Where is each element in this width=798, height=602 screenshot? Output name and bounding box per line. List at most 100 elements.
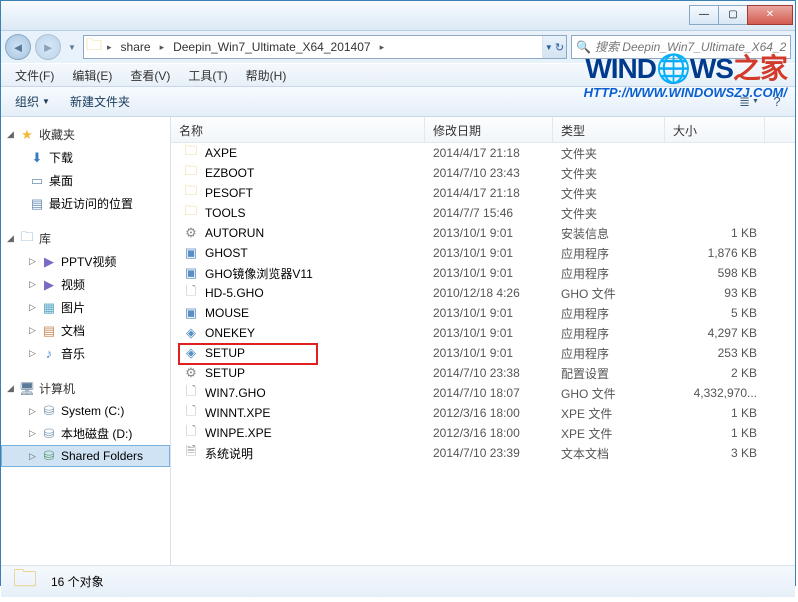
column-name[interactable]: 名称 (171, 117, 425, 142)
expand-icon[interactable]: ▷ (29, 348, 41, 359)
file-row[interactable]: 🗀EZBOOT2014/7/10 23:43文件夹 (171, 163, 795, 183)
file-icon: 🗀 (183, 145, 199, 161)
file-row[interactable]: ▣GHOST2013/10/1 9:01应用程序1,876 KB (171, 243, 795, 263)
breadcrumb-share[interactable]: share (115, 40, 157, 54)
file-date: 2013/10/1 9:01 (425, 246, 553, 260)
file-date: 2014/7/10 18:07 (425, 386, 553, 400)
file-type: 文件夹 (553, 165, 665, 182)
file-size: 3 KB (665, 446, 765, 460)
navigation-pane[interactable]: ◢ ★ 收藏夹 ⬇下载 ▭桌面 ▤最近访问的位置 ◢ 🗀 库 ▷▶PPTV视频 … (1, 117, 171, 565)
expand-icon[interactable]: ▷ (29, 325, 41, 336)
file-row[interactable]: 🗋WIN7.GHO2014/7/10 18:07GHO 文件4,332,970.… (171, 383, 795, 403)
file-row[interactable]: 🗀TOOLS2014/7/7 15:46文件夹 (171, 203, 795, 223)
file-type: 应用程序 (553, 245, 665, 262)
file-icon: ▣ (183, 265, 199, 281)
favorites-header[interactable]: ◢ ★ 收藏夹 (1, 123, 170, 146)
menu-help[interactable]: 帮助(H) (238, 65, 295, 86)
tree-libraries: ◢ 🗀 库 ▷▶PPTV视频 ▷▶视频 ▷▦图片 ▷▤文档 ▷♪音乐 (1, 227, 170, 365)
file-type: 文件夹 (553, 185, 665, 202)
tree-favorites: ◢ ★ 收藏夹 ⬇下载 ▭桌面 ▤最近访问的位置 (1, 123, 170, 215)
breadcrumb-arrow[interactable]: ▸ (157, 42, 168, 53)
file-row[interactable]: ◈SETUP2013/10/1 9:01应用程序253 KB (171, 343, 795, 363)
file-date: 2013/10/1 9:01 (425, 306, 553, 320)
sidebar-item-documents[interactable]: ▷▤文档 (1, 319, 170, 342)
file-date: 2014/7/10 23:43 (425, 166, 553, 180)
file-name: SETUP (205, 366, 245, 380)
file-list[interactable]: 🗀AXPE2014/4/17 21:18文件夹🗀EZBOOT2014/7/10 … (171, 143, 795, 565)
expand-icon[interactable]: ▷ (29, 302, 41, 313)
expand-icon[interactable]: ◢ (7, 233, 19, 244)
menu-file[interactable]: 文件(F) (7, 65, 62, 86)
expand-icon[interactable]: ▷ (29, 451, 41, 462)
toolbar: 组织▼ 新建文件夹 ≣▼ ? (1, 87, 795, 117)
file-size: 1 KB (665, 426, 765, 440)
file-row[interactable]: 🗋WINPE.XPE2012/3/16 18:00XPE 文件1 KB (171, 423, 795, 443)
expand-icon[interactable]: ▷ (29, 256, 41, 267)
breadcrumb-arrow[interactable]: ▸ (104, 42, 115, 53)
file-row[interactable]: ▣GHO镜像浏览器V112013/10/1 9:01应用程序598 KB (171, 263, 795, 283)
libraries-header[interactable]: ◢ 🗀 库 (1, 227, 170, 250)
sidebar-item-videos[interactable]: ▷▶视频 (1, 273, 170, 296)
file-icon: 🗋 (183, 285, 199, 301)
sidebar-item-desktop[interactable]: ▭桌面 (1, 169, 170, 192)
menu-tools[interactable]: 工具(T) (180, 65, 235, 86)
chevron-down-icon: ▼ (752, 98, 759, 105)
column-type[interactable]: 类型 (553, 117, 665, 142)
file-row[interactable]: 🗀PESOFT2014/4/17 21:18文件夹 (171, 183, 795, 203)
menu-edit[interactable]: 编辑(E) (64, 65, 120, 86)
sidebar-item-cdrive[interactable]: ▷⛁System (C:) (1, 400, 170, 422)
address-bar[interactable]: 🗀 ▸ share ▸ Deepin_Win7_Ultimate_X64_201… (83, 35, 567, 59)
search-box[interactable]: 🔍 (571, 35, 791, 59)
file-row[interactable]: 🗋HD-5.GHO2010/12/18 4:26GHO 文件93 KB (171, 283, 795, 303)
expand-icon[interactable]: ◢ (7, 129, 19, 140)
sidebar-item-shared-folders[interactable]: ▷⛁Shared Folders (1, 445, 170, 467)
expand-icon[interactable]: ▷ (29, 428, 41, 439)
sidebar-item-recent[interactable]: ▤最近访问的位置 (1, 192, 170, 215)
file-icon: 🗋 (183, 425, 199, 441)
close-button[interactable]: ✕ (747, 5, 793, 25)
view-options-button[interactable]: ≣▼ (737, 91, 761, 113)
file-row[interactable]: ⚙SETUP2014/7/10 23:38配置设置2 KB (171, 363, 795, 383)
file-size: 253 KB (665, 346, 765, 360)
breadcrumb-arrow[interactable]: ▸ (377, 42, 388, 53)
file-row[interactable]: ◈ONEKEY2013/10/1 9:01应用程序4,297 KB (171, 323, 795, 343)
help-button[interactable]: ? (765, 91, 789, 113)
menu-view[interactable]: 查看(V) (122, 65, 178, 86)
file-row[interactable]: ⚙AUTORUN2013/10/1 9:01安装信息1 KB (171, 223, 795, 243)
file-row[interactable]: ▣MOUSE2013/10/1 9:01应用程序5 KB (171, 303, 795, 323)
refresh-button[interactable]: ▼↻ (542, 36, 566, 58)
column-date[interactable]: 修改日期 (425, 117, 553, 142)
breadcrumb-deepin[interactable]: Deepin_Win7_Ultimate_X64_201407 (167, 40, 376, 54)
title-bar[interactable]: — ▢ ✕ (1, 1, 795, 31)
computer-header[interactable]: ◢ 🖥 计算机 (1, 377, 170, 400)
file-date: 2013/10/1 9:01 (425, 266, 553, 280)
file-type: 应用程序 (553, 345, 665, 362)
sidebar-item-pptv[interactable]: ▷▶PPTV视频 (1, 250, 170, 273)
file-type: 文本文档 (553, 445, 665, 462)
file-row[interactable]: 🗋WINNT.XPE2012/3/16 18:00XPE 文件1 KB (171, 403, 795, 423)
expand-icon[interactable]: ▷ (29, 406, 41, 417)
back-button[interactable]: ◄ (5, 34, 31, 60)
maximize-button[interactable]: ▢ (718, 5, 748, 25)
file-row[interactable]: 🗎系统说明2014/7/10 23:39文本文档3 KB (171, 443, 795, 463)
file-type: 文件夹 (553, 145, 665, 162)
nav-history-dropdown[interactable]: ▼ (65, 34, 79, 60)
expand-icon[interactable]: ◢ (7, 383, 19, 394)
minimize-button[interactable]: — (689, 5, 719, 25)
file-size: 1,876 KB (665, 246, 765, 260)
sidebar-item-music[interactable]: ▷♪音乐 (1, 342, 170, 365)
sidebar-item-downloads[interactable]: ⬇下载 (1, 146, 170, 169)
file-name: 系统说明 (205, 445, 253, 462)
file-icon: 🗋 (183, 405, 199, 421)
file-date: 2012/3/16 18:00 (425, 406, 553, 420)
column-size[interactable]: 大小 (665, 117, 765, 142)
file-row[interactable]: 🗀AXPE2014/4/17 21:18文件夹 (171, 143, 795, 163)
forward-button[interactable]: ► (35, 34, 61, 60)
file-size: 4,332,970... (665, 386, 765, 400)
sidebar-item-pictures[interactable]: ▷▦图片 (1, 296, 170, 319)
sidebar-item-ddrive[interactable]: ▷⛁本地磁盘 (D:) (1, 422, 170, 445)
organize-button[interactable]: 组织▼ (7, 90, 58, 113)
new-folder-button[interactable]: 新建文件夹 (62, 90, 138, 113)
expand-icon[interactable]: ▷ (29, 279, 41, 290)
search-input[interactable] (595, 40, 786, 54)
